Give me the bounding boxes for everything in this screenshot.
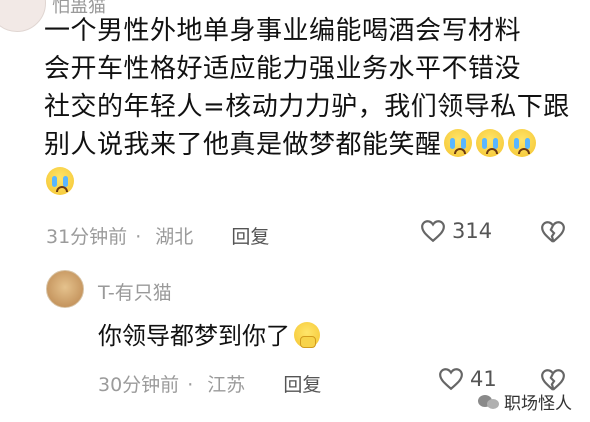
reply-username[interactable]: T-有只猫 — [98, 278, 172, 305]
like-count: 41 — [470, 367, 497, 391]
reply-button[interactable]: 回复 — [283, 374, 321, 396]
crying-emoji-icon — [507, 129, 536, 157]
crying-emoji-icon — [475, 129, 504, 157]
comment-text: 一个男性外地单身事业编能喝酒会写材料 会开车性格好适应能力强业务水平不错没 社交… — [44, 12, 574, 202]
comment-meta: 31分钟前 · 湖北 回复 — [46, 226, 270, 248]
dislike-icon[interactable] — [540, 220, 566, 244]
reply-text: 你领导都梦到你了 — [98, 316, 320, 351]
comment-time: 31分钟前 — [46, 226, 128, 248]
crying-emoji-icon — [443, 129, 472, 157]
comment-line: 别人说我来了他真是做梦都能笑醒 — [44, 130, 442, 160]
pleading-emoji-icon — [294, 322, 320, 348]
reply-text-content: 你领导都梦到你了 — [98, 322, 290, 350]
like-button[interactable]: 41 — [438, 367, 497, 391]
comment-line: 一个男性外地单身事业编能喝酒会写材料 — [44, 16, 522, 46]
comment-line: 社交的年轻人=核动力力驴，我们领导私下跟 — [44, 92, 570, 122]
reply-meta: 30分钟前 · 江苏 回复 — [98, 374, 322, 396]
heart-icon — [421, 220, 445, 243]
watermark-text: 职场怪人 — [504, 394, 572, 414]
heart-icon — [439, 368, 463, 391]
like-count: 314 — [452, 219, 493, 243]
reply-avatar[interactable] — [46, 270, 84, 308]
comment-location: 湖北 — [155, 226, 194, 248]
wechat-icon — [478, 393, 500, 411]
avatar[interactable] — [0, 0, 46, 32]
reply-time: 30分钟前 — [98, 374, 180, 396]
reply-location: 江苏 — [207, 374, 246, 396]
crying-emoji-icon — [46, 167, 74, 195]
like-button[interactable]: 314 — [420, 219, 492, 243]
reply-button[interactable]: 回复 — [231, 226, 269, 248]
watermark: 职场怪人 — [478, 389, 572, 414]
comment-line: 会开车性格好适应能力强业务水平不错没 — [44, 54, 522, 84]
